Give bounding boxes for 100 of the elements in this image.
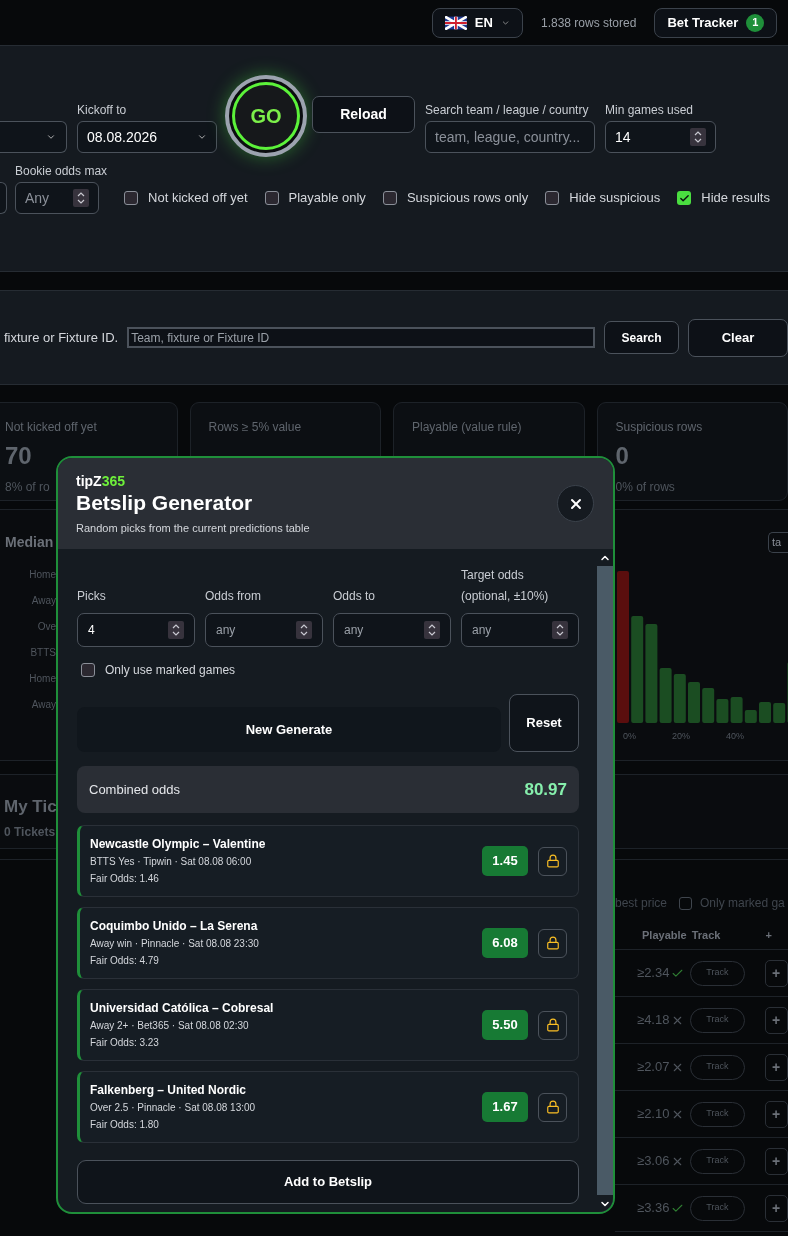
- pick-details: Over 2.5 · Pinnacle · Sat 08.08 13:00: [90, 1101, 257, 1115]
- input-field[interactable]: 4: [77, 613, 195, 647]
- checkbox-label: Hide suspicious: [569, 189, 661, 208]
- input-field[interactable]: [0, 121, 67, 153]
- axis-label: 20%: [672, 730, 691, 743]
- add-button[interactable]: +: [764, 959, 788, 987]
- tab-button[interactable]: ta: [768, 532, 788, 553]
- input-field[interactable]: team, league, country...: [425, 121, 595, 153]
- search-hint: fixture or Fixture ID.: [3, 328, 119, 347]
- row-label: Home: [29, 672, 56, 686]
- axis-label: 0%: [623, 730, 636, 743]
- input-field[interactable]: 08.08.2026: [77, 121, 217, 153]
- scrollbar[interactable]: [597, 549, 613, 1212]
- reset-button[interactable]: Reset: [509, 694, 579, 752]
- lock-button[interactable]: [538, 1010, 567, 1040]
- pick-details: Away win · Pinnacle · Sat 08.08 23:30: [90, 937, 260, 951]
- row-label: Away: [31, 698, 56, 712]
- stat-label: Playable (value rule): [412, 419, 523, 436]
- playable-value: ≥2.07: [637, 1058, 671, 1077]
- pick-details: BTTS Yes · Tipwin · Sat 08.08 06:00: [90, 855, 253, 869]
- checkbox-label: Hide results: [701, 189, 770, 208]
- axis-label: 40%: [726, 730, 745, 743]
- checkbox[interactable]: [81, 663, 95, 677]
- stat-value: 70: [5, 442, 33, 470]
- add-button[interactable]: +: [764, 1053, 788, 1081]
- spinner-icon[interactable]: [552, 621, 568, 639]
- column-header: Track: [691, 928, 721, 944]
- lock-button[interactable]: [538, 846, 567, 876]
- checkbox[interactable]: [382, 191, 397, 205]
- fixture-search-field[interactable]: Team, fixture or Fixture ID: [127, 327, 596, 348]
- odds-badge: 1.67: [482, 1092, 528, 1122]
- clear-button[interactable]: Clear: [688, 318, 788, 357]
- best-price-label: best price: [615, 895, 668, 912]
- go-button[interactable]: GO: [225, 75, 307, 157]
- column-header: +: [765, 928, 772, 944]
- column-header: Playable: [642, 928, 687, 944]
- histogram-bar: [673, 674, 686, 723]
- row-label: Home: [29, 568, 56, 582]
- lock-icon: [545, 936, 560, 950]
- input-field[interactable]: any: [333, 613, 451, 647]
- match-title: Falkenberg – United Nordic: [90, 1082, 248, 1098]
- checkbox[interactable]: [677, 191, 692, 205]
- field-label: Odds from: [205, 588, 262, 605]
- row-label: Ove: [37, 620, 56, 634]
- spinner-icon[interactable]: [424, 621, 440, 639]
- add-button[interactable]: +: [764, 1006, 788, 1034]
- spinner-icon[interactable]: [168, 621, 184, 639]
- add-button[interactable]: +: [764, 1100, 788, 1128]
- row-label: Away: [31, 594, 56, 608]
- checkbox[interactable]: [264, 191, 279, 205]
- lock-button[interactable]: [538, 928, 567, 958]
- field-label: Bookie odds max: [15, 164, 108, 178]
- fair-odds: Fair Odds: 1.80: [90, 1118, 160, 1132]
- fair-odds: Fair Odds: 1.46: [90, 872, 160, 886]
- add-to-betslip-button[interactable]: Add to Betslip: [77, 1160, 579, 1204]
- input-field[interactable]: [0, 182, 7, 214]
- lock-icon: [545, 1018, 560, 1032]
- field-label: Kickoff to: [77, 103, 128, 117]
- playable-value: ≥4.18: [637, 1011, 671, 1030]
- lock-icon: [545, 1100, 560, 1114]
- language-select[interactable]: EN: [432, 7, 523, 38]
- fair-odds: Fair Odds: 3.23: [90, 1036, 160, 1050]
- checkbox[interactable]: [679, 896, 693, 910]
- odds-badge: 5.50: [482, 1010, 528, 1040]
- add-button[interactable]: +: [764, 1147, 788, 1175]
- match-title: Universidad Católica – Cobresal: [90, 1000, 275, 1016]
- count-badge: 1: [746, 13, 765, 32]
- tickets-title: My Tic: [4, 797, 58, 817]
- caret-icon: [197, 132, 207, 142]
- checkbox[interactable]: [124, 191, 139, 205]
- input-field[interactable]: any: [461, 613, 579, 647]
- field-label: Picks: [77, 588, 107, 605]
- generate-button[interactable]: New Generate: [77, 707, 501, 752]
- input-field[interactable]: any: [205, 613, 323, 647]
- input-field[interactable]: Any: [15, 182, 99, 214]
- rows-stored-text: 1.838 rows stored: [541, 14, 637, 32]
- spinner-icon[interactable]: [690, 128, 706, 146]
- odds-badge: 1.45: [482, 846, 528, 876]
- spinner-icon[interactable]: [73, 189, 89, 207]
- flag-icon: [445, 15, 467, 30]
- close-button[interactable]: [557, 485, 594, 522]
- fair-odds: Fair Odds: 4.79: [90, 954, 160, 968]
- histogram-bar: [688, 682, 700, 723]
- caret-icon: [46, 132, 56, 142]
- histogram-bar: [759, 702, 771, 723]
- spinner-icon[interactable]: [296, 621, 312, 639]
- modal-title: Betslip Generator: [76, 490, 254, 516]
- playable-value: ≥2.34: [637, 964, 671, 983]
- bet-tracker-button[interactable]: Bet Tracker 1: [654, 7, 778, 38]
- reload-button[interactable]: Reload: [312, 96, 415, 133]
- lock-button[interactable]: [538, 1092, 567, 1122]
- stat-note: 0% of rows: [615, 479, 675, 496]
- checkbox-label: Suspicious rows only: [406, 189, 529, 208]
- modal-subtitle: Random picks from the current predictions table: [76, 521, 311, 536]
- search-button[interactable]: Search: [604, 321, 679, 354]
- stat-note: 8% of ro: [5, 479, 50, 496]
- add-button[interactable]: +: [764, 1194, 788, 1222]
- input-field[interactable]: 14: [605, 121, 716, 153]
- stat-label: Suspicious rows: [615, 419, 704, 436]
- checkbox[interactable]: [545, 191, 560, 205]
